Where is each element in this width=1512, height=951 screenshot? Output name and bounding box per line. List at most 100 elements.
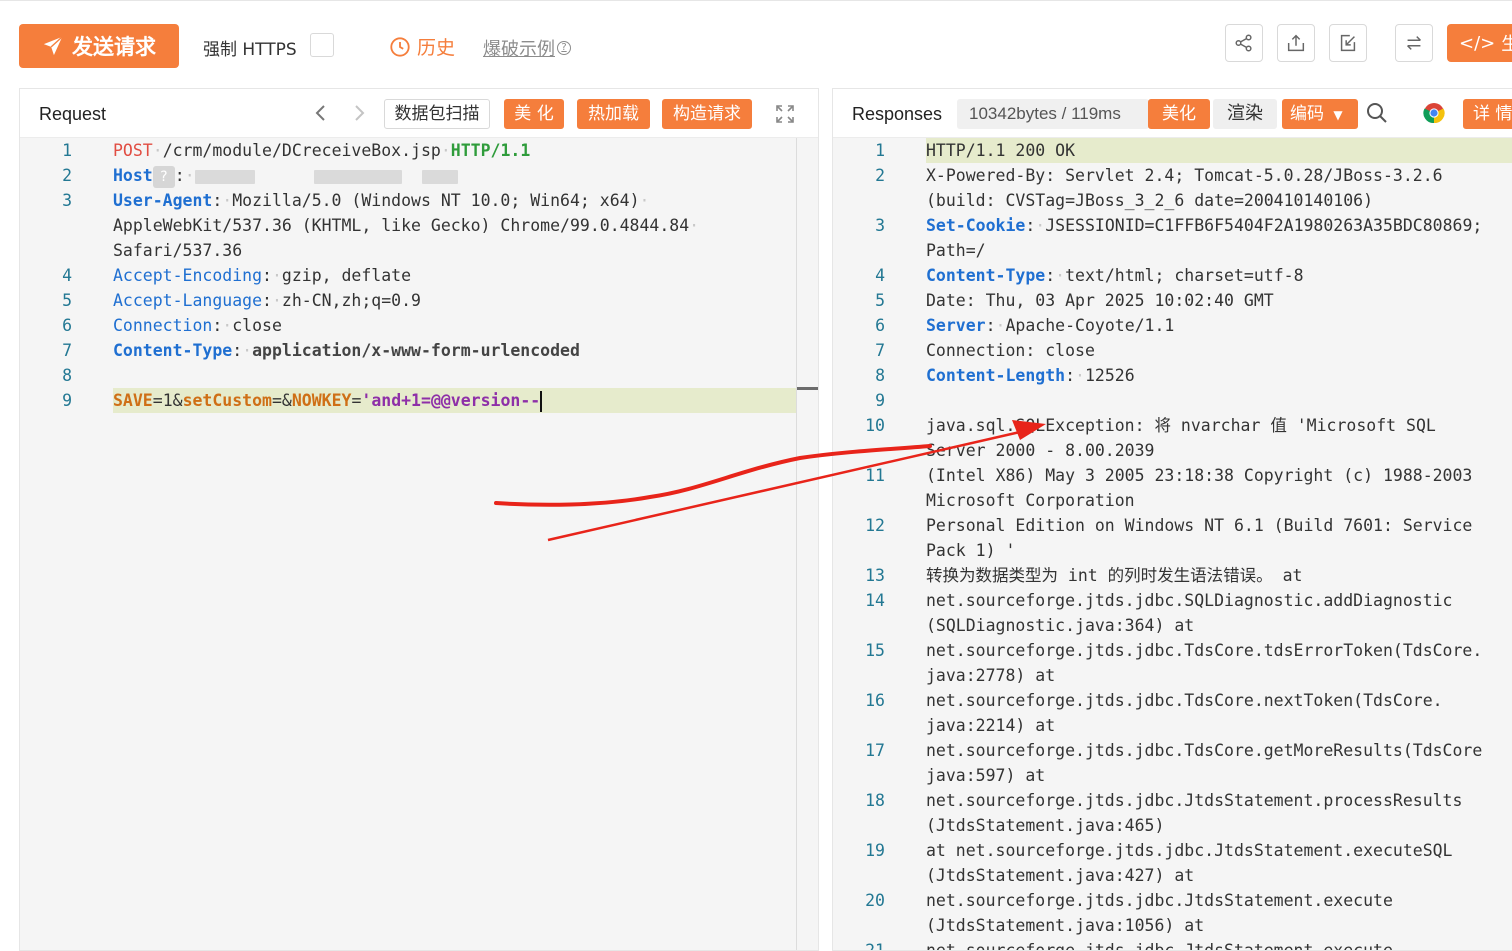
build-request-button[interactable]: 构造请求 [662, 99, 752, 129]
header-value: close [232, 316, 282, 335]
line-number: 19 [865, 841, 885, 860]
header-key: Content-Type [926, 266, 1046, 285]
response-editor[interactable]: 1 HTTP/1.1 200 OK 2 X-Powered-By: Servlet … [833, 138, 1512, 950]
force-https-label: 强制 HTTPS [203, 40, 297, 60]
export-button[interactable] [1277, 24, 1315, 62]
line-number: 11 [865, 466, 885, 485]
response-text: net.sourceforge.jtds.jdbc.TdsCore.tdsErr… [926, 641, 1483, 660]
upload-icon [1287, 34, 1305, 52]
packet-scan-button[interactable]: 数据包扫描 [384, 99, 490, 129]
send-request-button[interactable]: 发送请求 [19, 24, 179, 68]
scrollbar-thumb[interactable] [797, 387, 818, 390]
line-number: 6 [62, 316, 72, 335]
line-number: 21 [833, 938, 885, 950]
top-toolbar: 发送请求 强制 HTTPS 历史 爆破示例 ? </> 生 [0, 0, 1512, 88]
share-button[interactable] [1225, 24, 1263, 62]
line-number: 20 [865, 891, 885, 910]
search-icon[interactable] [1365, 101, 1389, 125]
line-number: 1 [875, 141, 885, 160]
prev-request-button[interactable] [311, 101, 331, 125]
response-text: java.sql.SQLException: 将 nvarchar 值 'Mic… [926, 416, 1436, 435]
line-number: 2 [62, 166, 72, 185]
response-text: X-Powered-By: Servlet 2.4; Tomcat-5.0.28… [926, 166, 1443, 185]
request-beautify-button[interactable]: 美 化 [504, 99, 564, 129]
chrome-icon[interactable] [1423, 102, 1445, 124]
history-label: 历史 [417, 37, 456, 59]
header-key: User-Agent [113, 191, 213, 210]
response-text: net.sourceforge.jtds.jdbc.SQLDiagnostic.… [926, 591, 1453, 610]
line-number: 13 [865, 566, 885, 585]
help-icon[interactable]: ? [152, 165, 175, 188]
swap-button[interactable] [1395, 24, 1433, 62]
generate-code-button[interactable]: </> 生 [1447, 24, 1512, 62]
response-text: net.sourceforge.jtds.jdbc.JtdsStatement.… [926, 891, 1393, 910]
line-number: 16 [865, 691, 885, 710]
response-title: Responses [852, 104, 943, 124]
line-number: 9 [875, 391, 885, 410]
line-number: 15 [865, 641, 885, 660]
force-https-checkbox[interactable] [310, 33, 334, 57]
response-text-cont: (JtdsStatement.java:427) at [926, 866, 1195, 885]
param-value: 1 [162, 391, 173, 410]
response-panel: Responses 10342bytes / 119ms 美化 渲染 编码 ▼ … [832, 88, 1512, 951]
header-value: gzip, deflate [281, 266, 412, 285]
header-value: JSESSIONID=C1FFB6F5404F2A1980263A35BDC80… [1045, 216, 1483, 235]
chevron-right-icon [355, 105, 365, 121]
request-path: /crm/module/DCreceiveBox.jsp [162, 141, 441, 160]
line-number: 14 [865, 591, 885, 610]
request-panel: Request 数据包扫描 美 化 热加载 构造请求 1 POST·/crm/m… [19, 88, 819, 951]
line-number: 3 [875, 216, 885, 235]
paper-plane-icon [43, 36, 63, 56]
history-button[interactable]: 历史 [389, 33, 455, 60]
response-stats: 10342bytes / 119ms [957, 99, 1149, 129]
header-value: Mozilla/5.0 (Windows NT 10.0; Win64; x64… [232, 191, 640, 210]
encode-label: 编码 [1290, 104, 1324, 124]
response-text: Connection: close [926, 341, 1095, 360]
line-number: 18 [865, 791, 885, 810]
line-number: 3 [62, 191, 72, 210]
param-key: NOWKEY [291, 391, 352, 410]
response-text-cont: java:2778) at [926, 666, 1056, 685]
response-text-cont: (JtdsStatement.java:1056) at [926, 916, 1205, 935]
line-number: 9 [62, 391, 72, 410]
header-key: Server [926, 316, 986, 335]
line-number: 12 [865, 516, 885, 535]
line-number: 4 [62, 266, 72, 285]
http-version: HTTP/1.1 [450, 141, 531, 160]
next-request-button[interactable] [349, 101, 369, 125]
line-number: 5 [875, 291, 885, 310]
chevron-down-icon: ▼ [1333, 108, 1343, 122]
header-value: zh-CN,zh;q=0.9 [281, 291, 421, 310]
generate-code-label: 生 [1501, 34, 1512, 55]
encode-dropdown[interactable]: 编码 ▼ [1282, 99, 1358, 129]
response-text: net.sourceforge.jtds.jdbc.TdsCore.getMor… [926, 741, 1483, 760]
response-text: at net.sourceforge.jtds.jdbc.JtdsStateme… [926, 841, 1453, 860]
expand-icon[interactable] [774, 103, 796, 125]
request-editor[interactable]: 1 POST·/crm/module/DCreceiveBox.jsp·HTTP… [20, 138, 818, 950]
burst-example-link[interactable]: 爆破示例 ? [483, 35, 571, 61]
hot-reload-button[interactable]: 热加载 [577, 99, 650, 129]
line-number: 1 [62, 141, 72, 160]
detail-button[interactable]: 详 情 [1463, 99, 1512, 129]
response-text: net.sourceforge.jtds.jdbc.JtdsStatement.… [926, 938, 1393, 950]
editor-scroll-divider [796, 138, 797, 950]
header-key: Content-Type [113, 341, 233, 360]
line-number: 2 [875, 166, 885, 185]
code-icon: </> [1459, 32, 1496, 54]
line-number: 17 [865, 741, 885, 760]
text-caret [540, 391, 543, 412]
header-value-cont: AppleWebKit/537.36 (KHTML, like Gecko) C… [113, 216, 690, 235]
param-key: SAVE [113, 391, 153, 410]
render-button[interactable]: 渲染 [1213, 99, 1277, 129]
header-value: Apache-Coyote/1.1 [1005, 316, 1175, 335]
header-key: Host [113, 166, 153, 185]
response-beautify-button[interactable]: 美化 [1148, 99, 1210, 129]
response-text-cont: java:2214) at [926, 716, 1056, 735]
response-text-cont: (build: CVSTag=JBoss_3_2_6 date=20041014… [926, 191, 1374, 210]
response-text: 转换为数据类型为 int 的列时发生语法错误。 at [926, 566, 1303, 585]
header-key: Content-Length [926, 366, 1066, 385]
response-text: HTTP/1.1 200 OK [926, 141, 1076, 160]
response-text-cont: (JtdsStatement.java:465) [926, 816, 1165, 835]
import-button[interactable] [1329, 24, 1367, 62]
header-key: Accept-Language [113, 291, 263, 310]
